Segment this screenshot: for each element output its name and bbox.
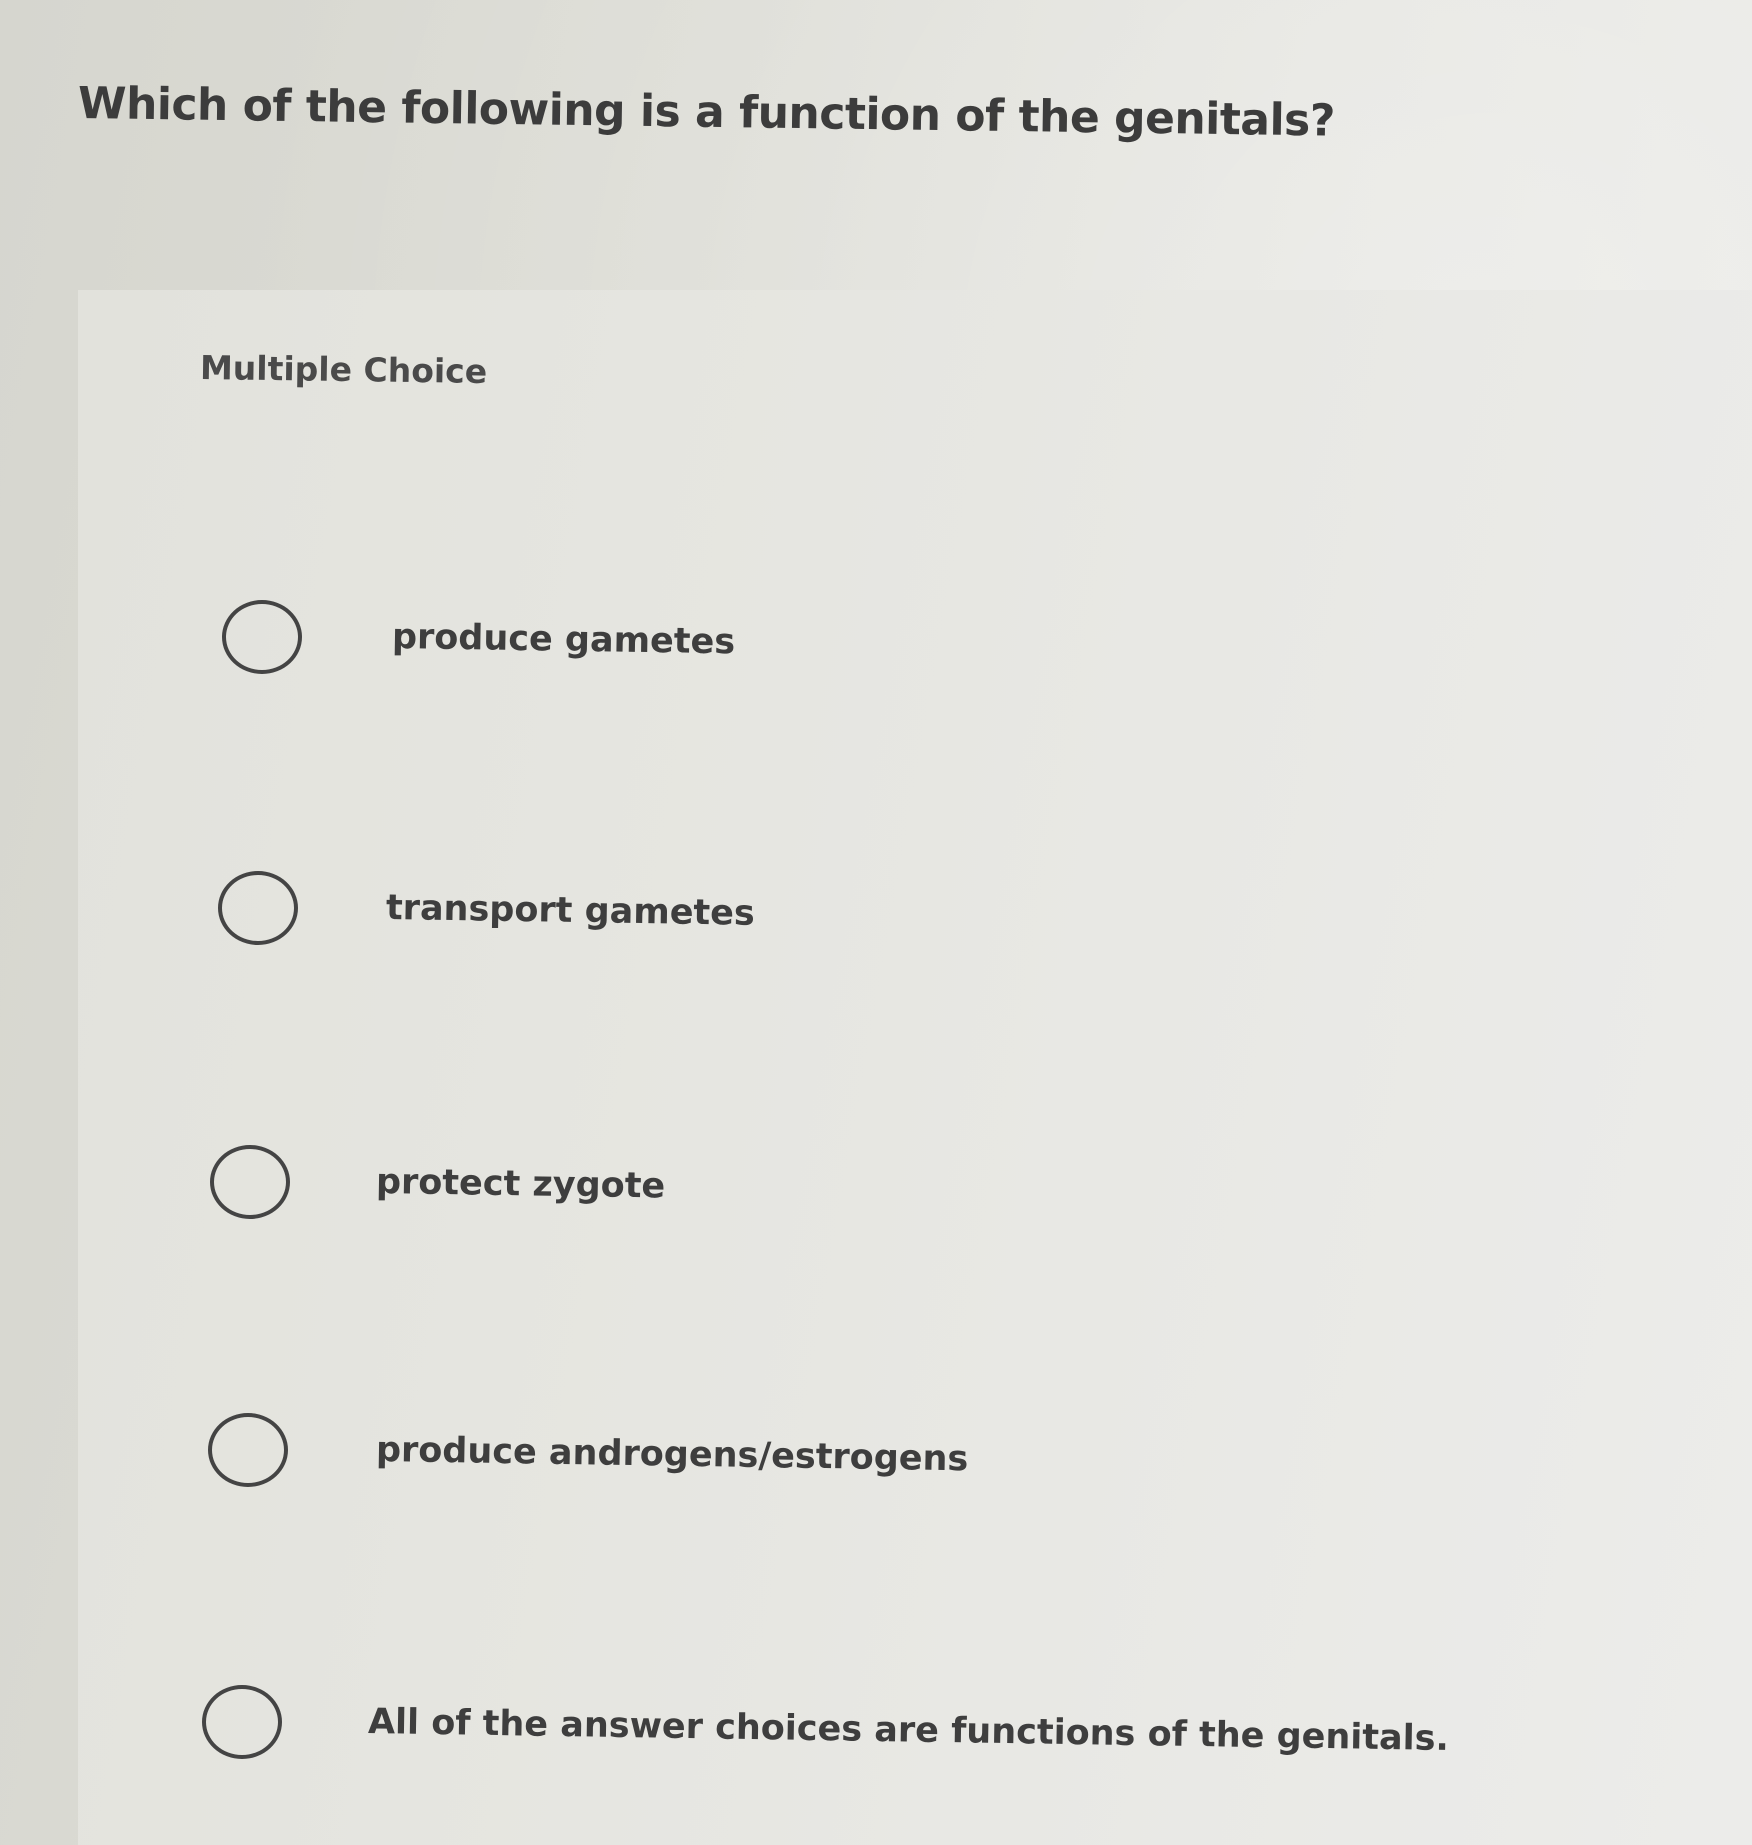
answer-option-label: produce androgens/estrogens — [375, 1430, 969, 1480]
answer-option-protect-zygote[interactable]: protect zygote — [210, 1137, 666, 1227]
radio-button[interactable] — [218, 871, 298, 945]
answer-option-label: All of the answer choices are functions … — [367, 1702, 1450, 1759]
answer-option-produce-gametes[interactable]: produce gametes — [222, 592, 735, 682]
radio-button[interactable] — [222, 600, 302, 674]
answer-option-label: produce gametes — [391, 617, 736, 663]
radio-button[interactable] — [208, 1413, 288, 1487]
answer-option-label: transport gametes — [385, 888, 756, 934]
question-text: Which of the following is a function of … — [77, 78, 1336, 147]
answer-option-transport-gametes[interactable]: transport gametes — [218, 863, 755, 953]
radio-button[interactable] — [202, 1685, 282, 1759]
answer-option-all-of-the-above[interactable]: All of the answer choices are functions … — [202, 1677, 1449, 1767]
answer-option-label: protect zygote — [375, 1162, 666, 1207]
radio-button[interactable] — [210, 1145, 290, 1219]
answer-panel — [78, 290, 1752, 1845]
answer-option-produce-androgens-estrogens[interactable]: produce androgens/estrogens — [208, 1405, 969, 1495]
question-type-label: Multiple Choice — [199, 348, 488, 392]
